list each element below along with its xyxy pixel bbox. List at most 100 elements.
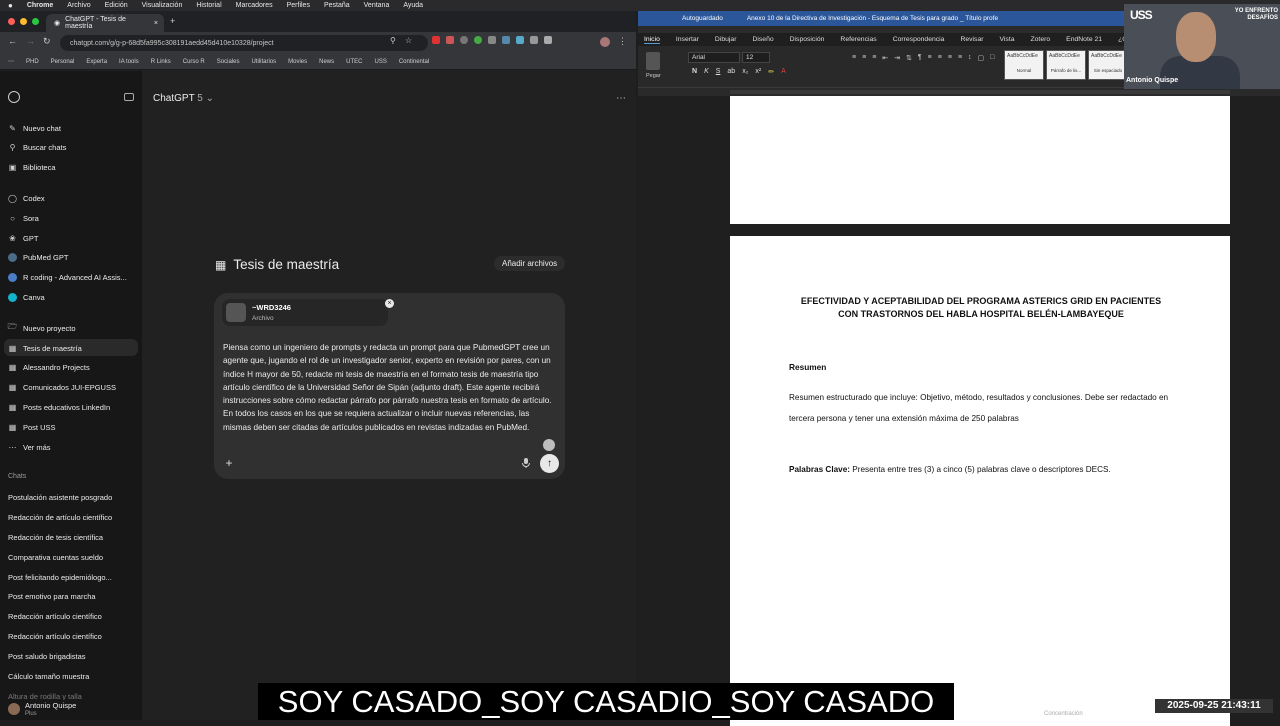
bookmark-folder[interactable]: Utilitarios [251,59,276,65]
subscript-icon[interactable]: x₂ [742,68,748,78]
underline-icon[interactable]: S [716,68,721,78]
sidebar-item-canva[interactable]: Canva [8,289,45,305]
sidebar-item-gpt[interactable]: ❀ GPT [8,230,38,246]
font-color-icon[interactable]: A [781,68,786,78]
bold-icon[interactable]: N [692,68,697,78]
align-center-icon[interactable]: ≡ [938,54,942,80]
forward-icon[interactable]: → [26,36,35,46]
highlight-icon[interactable]: ✏ [768,68,774,78]
more-options-icon[interactable]: ⋯ [616,93,626,104]
autosave-label[interactable]: Autoguardado [682,15,723,22]
extension-icon[interactable] [502,36,510,44]
chat-history-item[interactable]: Redacción artículo científico [8,632,102,641]
sidebar-item-tesis-maestria[interactable]: ▦ Tesis de maestría [8,340,82,356]
focus-mode-status[interactable]: Concentración [1044,711,1083,717]
chat-history-item[interactable]: Cálculo tamaño muestra [8,672,89,681]
remove-attachment-icon[interactable]: × [385,299,394,308]
chat-history-item[interactable]: Post emotivo para marcha [8,592,96,601]
sidebar-item-comunicados[interactable]: ▦ Comunicados JUI-EPGUSS [8,379,116,395]
send-button[interactable]: ↑ [540,454,559,473]
menu-archivo[interactable]: Archivo [67,2,90,9]
menu-historial[interactable]: Historial [196,2,221,9]
extension-icon[interactable] [516,36,524,44]
menu-ayuda[interactable]: Ayuda [403,2,423,9]
sidebar-item-sora[interactable]: ○ Sora [8,210,39,226]
tab-zotero[interactable]: Zotero [1031,36,1051,43]
italic-icon[interactable]: K [704,68,709,78]
maximize-window-button[interactable] [32,18,39,25]
apps-grid-icon[interactable]: ⋯ [8,58,14,65]
user-account[interactable]: Antonio Quispe Plus [0,700,142,720]
menu-edicion[interactable]: Edición [105,2,128,9]
microphone-icon[interactable] [520,457,532,469]
tab-revisar[interactable]: Revisar [960,36,983,43]
minimize-window-button[interactable] [20,18,27,25]
chat-history-item[interactable]: Redacción artículo científico [8,612,102,621]
tab-correspondencia[interactable]: Correspondencia [893,36,945,43]
sidebar-item-r-coding[interactable]: R coding - Advanced AI Assis... [8,269,127,285]
extension-icon[interactable] [530,36,538,44]
chat-history-item[interactable]: Redacción de tesis científica [8,533,103,542]
sidebar-item-new-project[interactable]: 🗁 Nuevo proyecto [8,320,76,336]
extension-icon[interactable] [474,36,482,44]
browser-tab[interactable]: ◉ ChatGPT - Tesis de maestría × [46,14,164,32]
bookmark-folder[interactable]: News [319,59,334,65]
tab-disposicion[interactable]: Disposición [790,36,825,43]
ruler-track[interactable] [730,90,1230,94]
sidebar-item-library[interactable]: ▣ Biblioteca [8,159,56,175]
zoom-icon[interactable]: ⚲ [390,36,396,45]
menu-marcadores[interactable]: Marcadores [236,2,273,9]
tab-diseno[interactable]: Diseño [752,36,773,43]
font-size-select[interactable]: 12 [742,52,770,63]
document-page[interactable]: EFECTIVIDAD Y ACEPTABILIDAD DEL PROGRAMA… [730,236,1230,726]
chat-history-item[interactable]: Post saludo brigadistas [8,652,86,661]
bookmark-folder[interactable]: R Links [151,59,171,65]
extension-icon[interactable] [432,36,440,44]
increase-indent-icon[interactable]: ⇥ [894,54,900,80]
bookmark-folder[interactable]: Sociales [217,59,240,65]
align-left-icon[interactable]: ≡ [928,54,932,80]
extension-icon[interactable] [544,36,552,44]
menu-pestana[interactable]: Pestaña [324,2,350,9]
justify-icon[interactable]: ≡ [958,54,962,80]
style-no-spacing[interactable]: AaBbCcDdEe Sin espaciado [1088,50,1128,80]
sidebar-item-post-uss[interactable]: ▦ Post USS [8,419,56,435]
add-attachment-button[interactable]: + [222,456,236,470]
tab-inicio[interactable]: Inicio [644,36,660,44]
model-selector[interactable]: ChatGPT 5 ⌄ [153,93,214,104]
tab-referencias[interactable]: Referencias [840,36,876,43]
sidebar-item-alessandro-projects[interactable]: ▦ Alessandro Projects [8,359,90,375]
style-normal[interactable]: AaBbCcDdEe Normal [1004,50,1044,80]
new-tab-button[interactable]: + [170,16,175,26]
openai-logo-icon[interactable] [8,91,20,103]
chat-history-item[interactable]: Comparativa cuentas sueldo [8,553,103,562]
align-right-icon[interactable]: ≡ [948,54,952,80]
menu-visualizacion[interactable]: Visualización [142,2,183,9]
close-window-button[interactable] [8,18,15,25]
menu-perfiles[interactable]: Perfiles [287,2,310,9]
bookmark-folder[interactable]: UTEC [346,59,362,65]
address-bar[interactable]: chatgpt.com/g/g-p-68d5fa995c308191aedd45… [60,35,428,51]
grammar-helper-icon[interactable] [543,439,555,451]
sidebar-item-see-more[interactable]: ⋯ Ver más [8,439,51,455]
menu-chrome[interactable]: Chrome [27,2,53,9]
sidebar-item-pubmed-gpt[interactable]: PubMed GPT [8,249,68,265]
superscript-icon[interactable]: x² [755,68,761,78]
apple-icon[interactable]: ● [8,1,13,10]
prompt-input[interactable]: Piensa como un ingeniero de prompts y re… [223,341,558,434]
sidebar-item-posts-linkedin[interactable]: ▦ Posts educativos LinkedIn [8,399,110,415]
extension-icon[interactable] [446,36,454,44]
bookmark-folder[interactable]: IA tools [119,59,139,65]
bookmark-star-icon[interactable]: ☆ [405,36,412,45]
sidebar-item-search[interactable]: ⚲ Buscar chats [8,139,67,155]
tab-vista[interactable]: Vista [1000,36,1015,43]
bookmark-folder[interactable]: Movies [288,59,307,65]
tab-dibujar[interactable]: Dibujar [715,36,737,43]
bullets-icon[interactable]: ≡ [852,54,856,80]
add-files-button[interactable]: Añadir archivos [494,256,566,271]
paste-icon[interactable] [646,52,660,70]
bookmark-folder[interactable]: PHD [26,59,39,65]
strikethrough-icon[interactable]: ab [727,68,735,78]
style-list-paragraph[interactable]: AaBbCcDdEe Párrafo de lis... [1046,50,1086,80]
tab-insertar[interactable]: Insertar [676,36,699,43]
